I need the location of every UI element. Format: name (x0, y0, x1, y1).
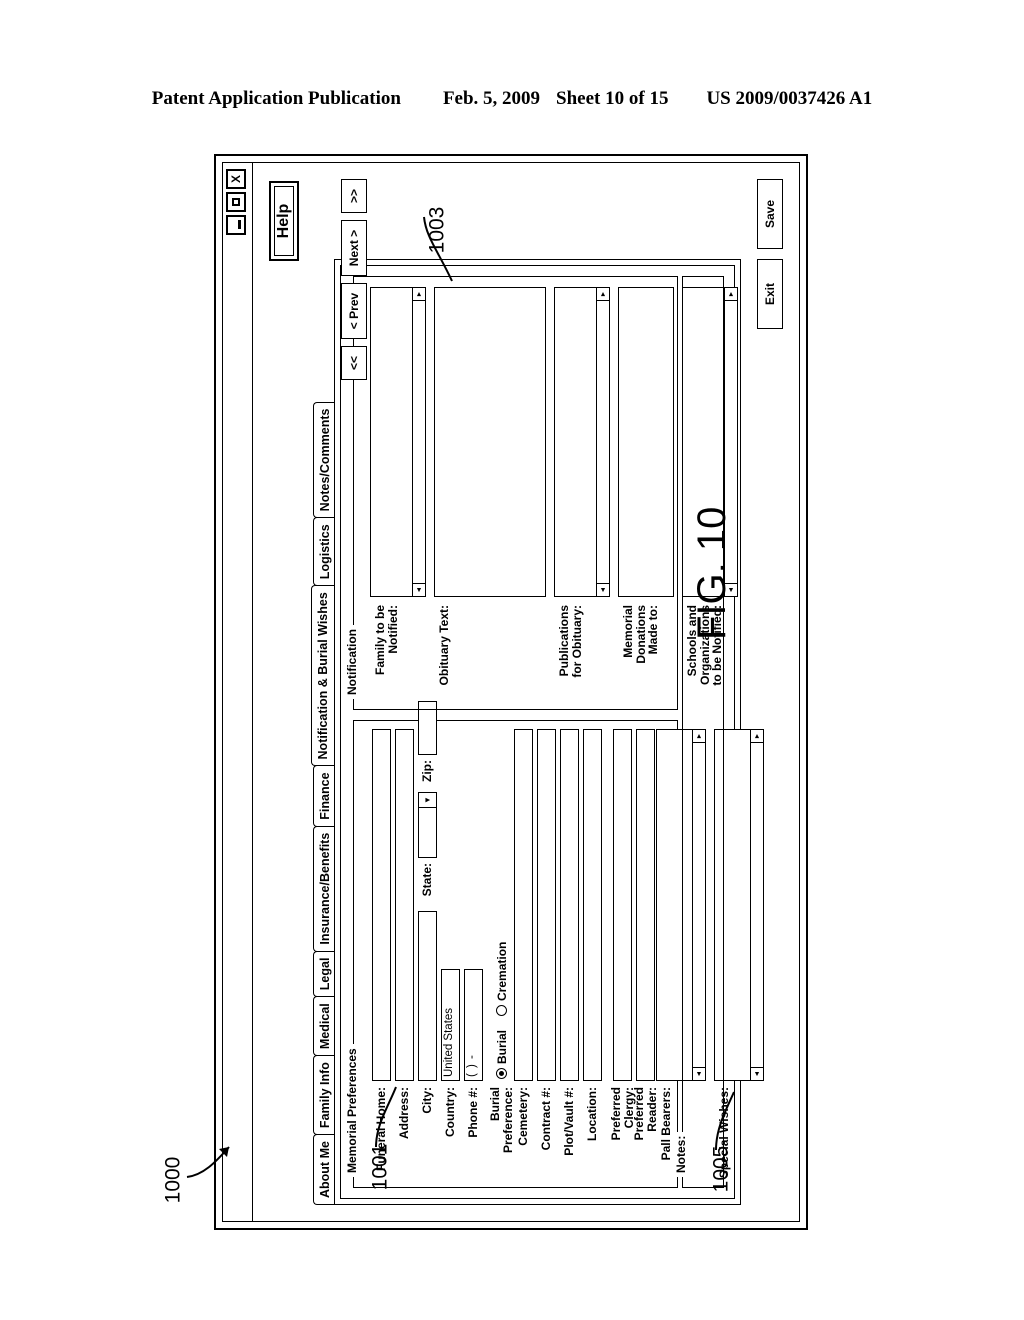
publications-hscrollbar[interactable]: ◄ ► (596, 288, 609, 596)
lead-line-1005 (715, 1091, 735, 1151)
maximize-icon (232, 198, 240, 206)
publications-for-obituary-label: Publications for Obituary: (557, 605, 584, 678)
notification-group-label: Notification (345, 625, 359, 699)
scroll-left-icon[interactable]: ◄ (751, 1067, 763, 1080)
scroll-right-icon[interactable]: ► (413, 288, 425, 301)
notes-input[interactable] (689, 285, 717, 1117)
cemetery-label: Cemetery: (516, 1087, 531, 1146)
country-input[interactable]: United States (441, 969, 460, 1081)
lead-line-1003 (423, 216, 453, 282)
radio-cremation-label: Cremation (494, 941, 509, 1001)
funeral-home-input[interactable] (372, 729, 391, 1081)
pall-bearers-label: Pall Bearers: (659, 1087, 673, 1161)
preferred-reader-input[interactable] (636, 729, 656, 1081)
plot-vault-number-input[interactable] (560, 729, 579, 1081)
memorial-donations-listbox[interactable] (618, 287, 674, 597)
last-record-button[interactable]: >> (341, 179, 367, 213)
publication-date: Feb. 5, 2009 (442, 88, 541, 109)
first-record-button[interactable]: << (341, 346, 367, 380)
publication-label: Patent Application Publication (151, 88, 401, 109)
scroll-left-icon[interactable]: ◄ (597, 583, 609, 596)
obituary-text-area[interactable] (434, 287, 546, 597)
close-button[interactable]: X (226, 169, 246, 189)
cemetery-input[interactable] (514, 729, 533, 1081)
maximize-button[interactable] (226, 192, 246, 212)
numeral-1001: 1001 (368, 1143, 392, 1191)
notes-label: Notes: (674, 1131, 688, 1177)
patent-number: US 2009/0037426 A1 (706, 88, 873, 109)
family-notified-hscrollbar[interactable]: ◄ ► (412, 288, 425, 596)
exit-button[interactable]: Exit (757, 259, 783, 329)
minimize-button[interactable] (226, 215, 246, 235)
tab-content-inner-frame: Memorial Preferences Funeral Home: Addre… (340, 265, 764, 1199)
city-label: City: (420, 1087, 435, 1114)
preferred-clergy-input[interactable] (613, 729, 633, 1081)
scroll-right-icon[interactable]: ► (725, 288, 737, 301)
radio-burial[interactable]: Burial (495, 1030, 509, 1079)
radio-burial-icon (496, 1068, 508, 1079)
patent-header: Patent Application Publication Feb. 5, 2… (0, 88, 1024, 110)
burial-preference-radio-group[interactable]: Burial Cremation (495, 928, 509, 1079)
memorial-preferences-group-label: Memorial Preferences (345, 1044, 359, 1177)
location-label: Location: (585, 1087, 600, 1141)
special-wishes-hscrollbar[interactable]: ◄ ► (750, 730, 763, 1080)
phone-input[interactable]: ( ) - (464, 969, 483, 1081)
action-buttons[interactable]: Exit Save (757, 179, 783, 329)
sheet-number: Sheet 10 of 15 (556, 88, 669, 109)
phone-label: Phone #: (466, 1087, 481, 1138)
plot-vault-number-label: Plot/Vault #: (562, 1087, 577, 1156)
country-label: Country: (443, 1087, 458, 1137)
contract-number-label: Contract #: (539, 1087, 554, 1151)
help-button-label: Help (275, 203, 292, 239)
numeral-1005: 1005 (709, 1145, 733, 1193)
state-label: State: (420, 863, 435, 897)
notes-group: Notes: (674, 276, 724, 1188)
state-dropdown[interactable]: ▼ (418, 792, 437, 858)
scroll-left-icon[interactable]: ◄ (413, 583, 425, 596)
numeral-1000: 1000 (161, 1156, 185, 1204)
scroll-right-icon[interactable]: ► (751, 730, 763, 743)
chevron-down-icon[interactable]: ▼ (419, 793, 436, 808)
scroll-right-icon[interactable]: ► (597, 288, 609, 301)
minimize-icon (238, 220, 241, 230)
radio-cremation[interactable]: Cremation (495, 942, 509, 1016)
family-to-be-notified-listbox[interactable]: ◄ ► (370, 287, 426, 597)
city-input[interactable] (418, 911, 437, 1081)
publications-for-obituary-listbox[interactable]: ◄ ► (554, 287, 610, 597)
burial-preference-label: Burial Preference: (488, 1087, 515, 1154)
tab-content-panel: Memorial Preferences Funeral Home: Addre… (334, 259, 764, 1205)
figure-drawing: X Help About Me Family Info Medical Legal In… (192, 140, 832, 1240)
lead-line-1001 (375, 1086, 397, 1148)
radio-burial-label: Burial (494, 1029, 509, 1064)
help-button[interactable]: Help (269, 181, 299, 261)
window-inner-frame: X Help About Me Family Info Medical Legal In… (222, 162, 800, 1222)
family-to-be-notified-label: Family to be Notified: (373, 605, 400, 676)
address-input[interactable] (395, 729, 414, 1081)
notification-group: Notification Family to be Notified: ◄ ► … (345, 276, 738, 710)
next-record-button[interactable]: Next > (341, 220, 367, 276)
memorial-donations-label: Memorial Donations Made to: (621, 605, 661, 664)
preferred-reader-label: Preferred Reader: (632, 1087, 659, 1141)
contract-number-input[interactable] (537, 729, 556, 1081)
window-titlebar: X (223, 163, 253, 1221)
obituary-text-label: Obituary Text: (437, 605, 451, 686)
record-navigation[interactable]: << < Prev Next > >> (341, 179, 367, 380)
close-icon: X (229, 175, 243, 184)
prev-record-button[interactable]: < Prev (341, 283, 367, 339)
location-input[interactable] (583, 729, 602, 1081)
figure-caption: FIG. 10 (690, 506, 734, 640)
save-button[interactable]: Save (757, 179, 783, 249)
window-controls: X (226, 169, 246, 235)
zip-label: Zip: (420, 760, 435, 782)
application-window: X Help About Me Family Info Medical Legal In… (214, 154, 808, 1230)
lead-line-1000 (186, 1146, 230, 1178)
radio-cremation-icon (496, 1004, 508, 1016)
